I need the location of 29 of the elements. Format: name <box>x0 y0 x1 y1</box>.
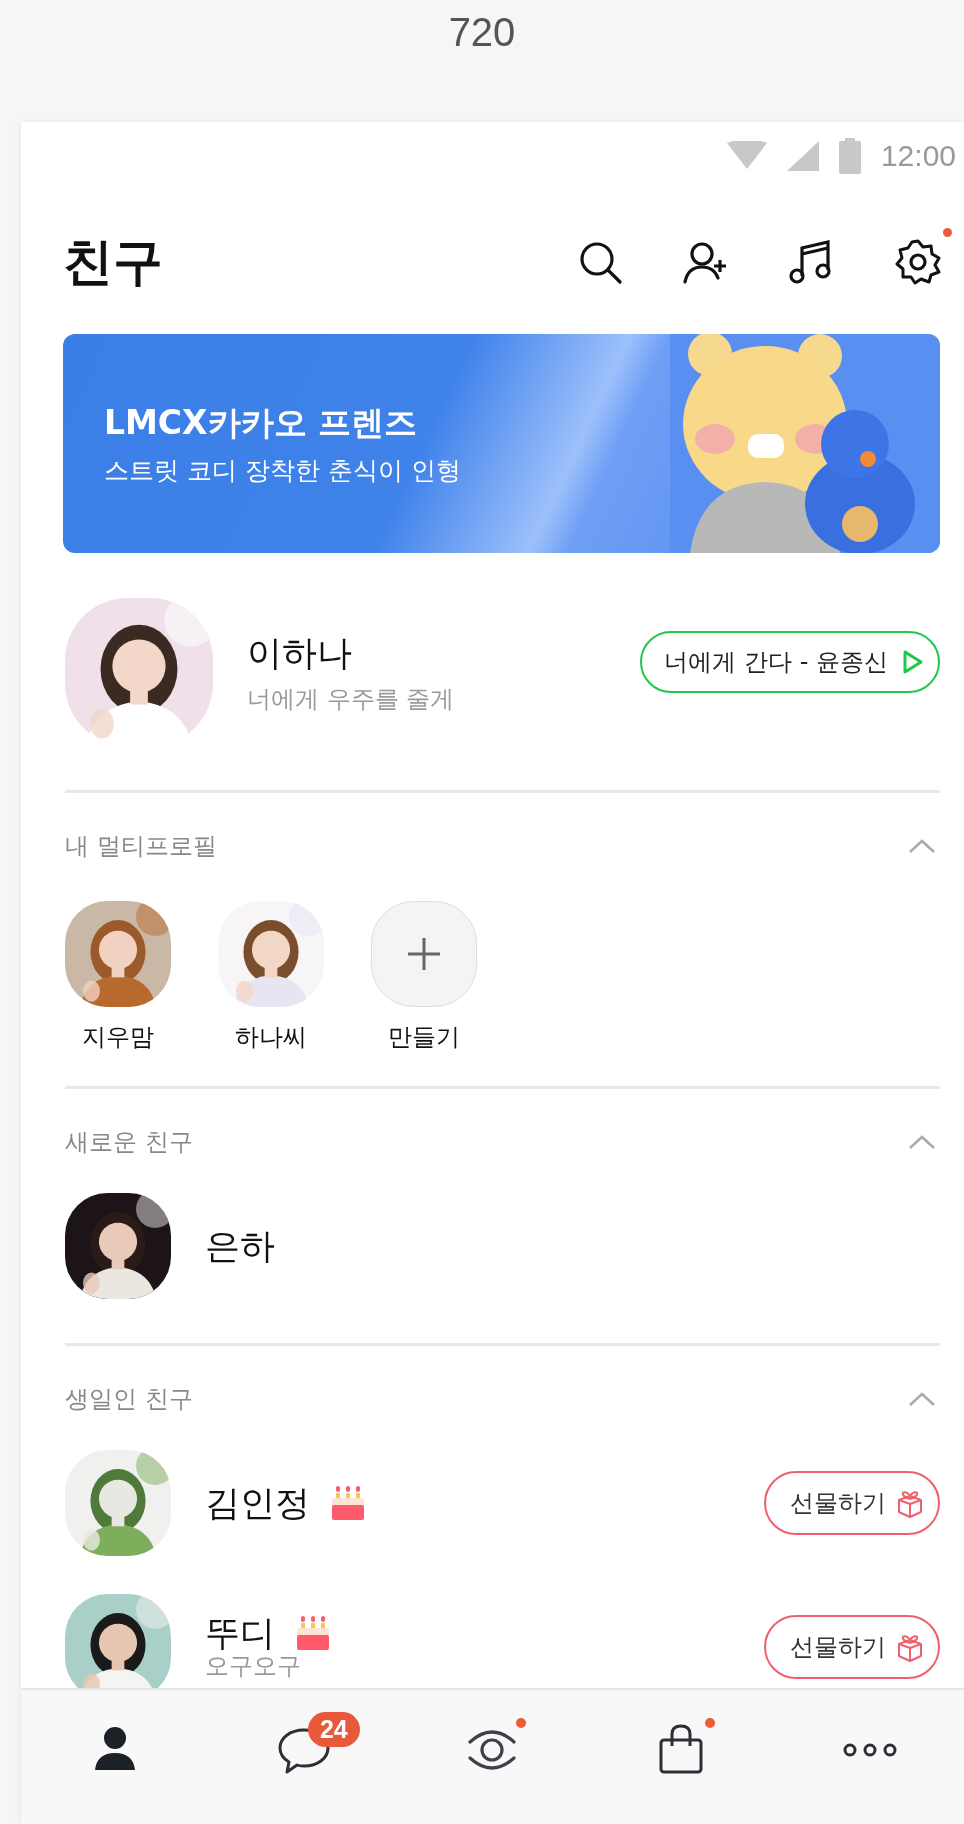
wifi-icon <box>726 141 767 171</box>
friend-name: 뚜디 <box>205 1613 275 1654</box>
gift-button[interactable]: 선물하기 <box>764 1615 940 1679</box>
cake-icon <box>330 1486 366 1520</box>
plus-icon[interactable] <box>406 936 442 972</box>
banner-title: LMCX카카오 프렌즈 <box>104 401 419 444</box>
profile-label: 만들기 <box>388 1022 460 1053</box>
profile-name: 이하나 <box>247 631 353 675</box>
settings-icon[interactable] <box>894 238 942 286</box>
profile-label: 지우맘 <box>82 1022 154 1053</box>
signal-icon <box>786 141 819 171</box>
profile-label: 하나씨 <box>235 1022 307 1053</box>
friend-name: 김인정 <box>205 1482 310 1524</box>
section-title: 생일인 친구 <box>65 1384 193 1415</box>
section-title: 내 멀티프로필 <box>65 831 217 862</box>
clock-time: 12:00 <box>880 139 956 173</box>
unread-count: 24 <box>307 1712 360 1747</box>
play-icon <box>902 649 924 675</box>
friend-name: 은하 <box>205 1225 275 1267</box>
music-button[interactable]: 너에게 간다 - 윤종신 <box>640 631 940 693</box>
gift-button[interactable]: 선물하기 <box>764 1471 940 1535</box>
banner-subtitle: 스트릿 코디 장착한 춘식이 인형 <box>104 454 462 487</box>
status-message: 오구오구 <box>205 1653 302 1681</box>
cake-icon <box>295 1616 331 1651</box>
status-message: 너에게 우주를 줄게 <box>247 683 456 715</box>
battery-icon <box>838 138 861 174</box>
screen-width-label: 720 <box>448 10 516 55</box>
page-title: 친구 <box>63 231 164 293</box>
section-title: 새로운 친구 <box>65 1127 193 1158</box>
